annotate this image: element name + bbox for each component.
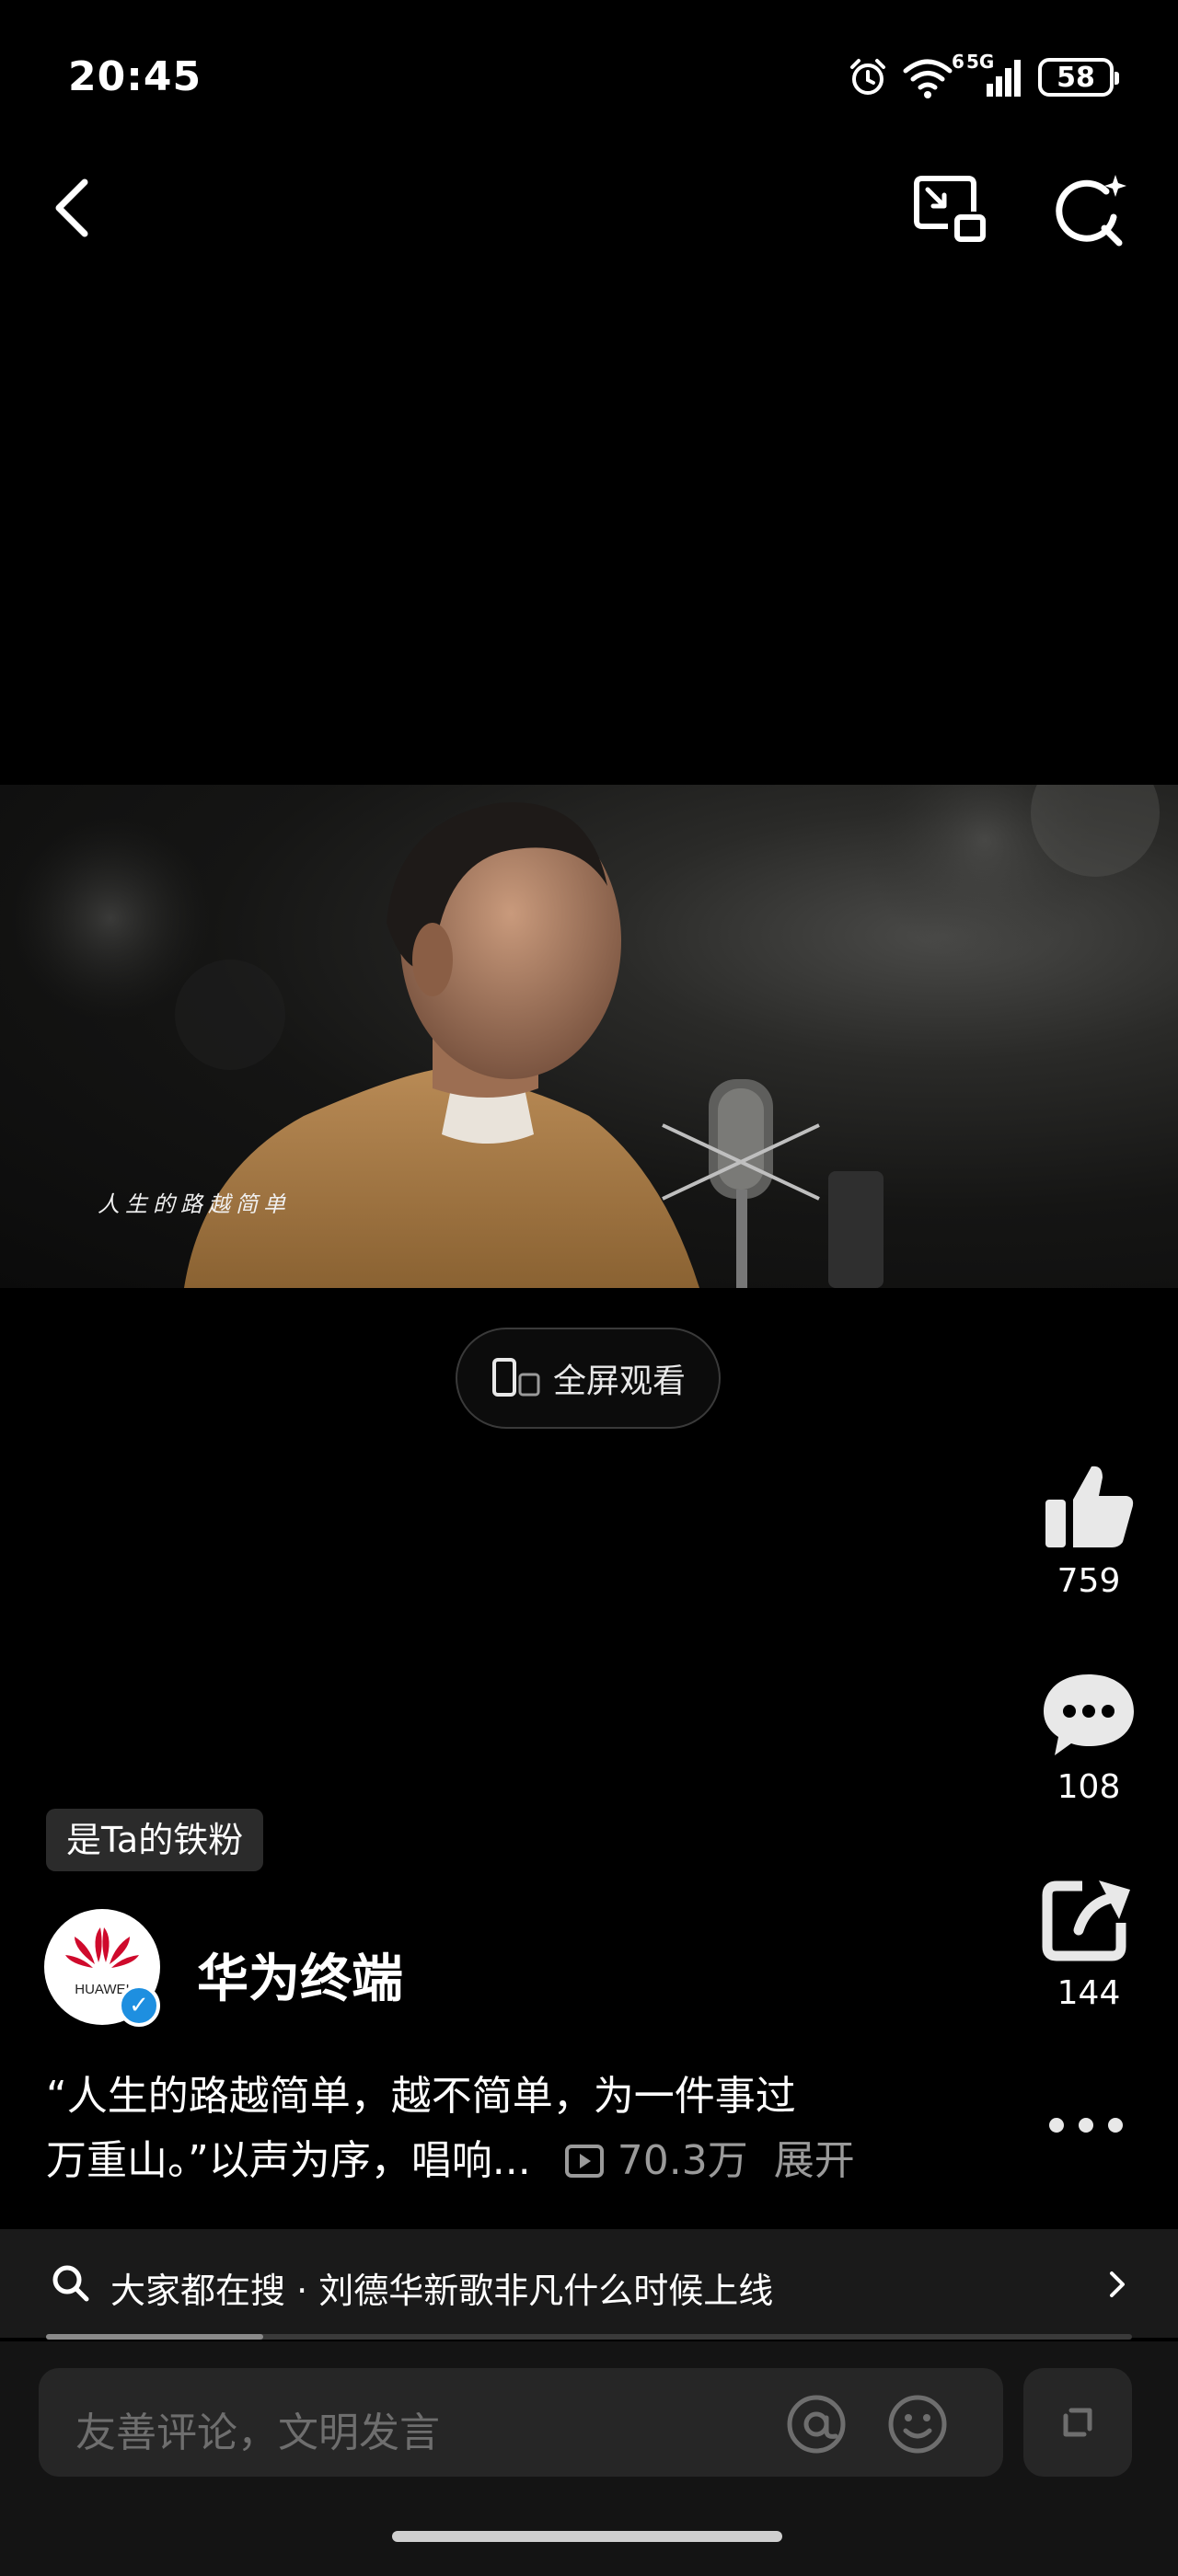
back-button[interactable] xyxy=(42,171,107,245)
playback-progress-fill xyxy=(46,2334,263,2340)
hot-search-bar[interactable]: 大家都在搜 · 刘德华新歌非凡什么时候上线 xyxy=(0,2229,1178,2338)
more-options-button[interactable] xyxy=(1040,2107,1132,2144)
search-button[interactable] xyxy=(1049,171,1132,250)
ai-search-icon xyxy=(1056,175,1126,247)
play-count-icon xyxy=(564,2145,604,2178)
comment-count: 108 xyxy=(1057,1768,1121,1806)
rotate-phone-icon xyxy=(491,1358,540,1397)
chevron-left-icon xyxy=(55,178,88,237)
like-count: 759 xyxy=(1057,1562,1121,1600)
playback-progress-bar[interactable] xyxy=(46,2334,1132,2340)
check-icon: ✓ xyxy=(129,1992,149,2019)
author-name[interactable]: 华为终端 xyxy=(197,1938,403,2012)
view-count-row: 70.3万 xyxy=(544,2137,761,2184)
battery-indicator: 58 xyxy=(1038,58,1119,97)
comment-button[interactable]: 108 xyxy=(1033,1667,1145,1806)
expand-icon xyxy=(1063,2408,1092,2437)
home-indicator[interactable] xyxy=(392,2531,782,2542)
expand-link[interactable]: 展开 xyxy=(774,2137,855,2184)
network-sub-label: 6 xyxy=(952,51,964,73)
share-count: 144 xyxy=(1057,1974,1121,2012)
picture-in-picture-button[interactable] xyxy=(911,171,994,250)
thumbs-up-icon xyxy=(1045,1466,1134,1547)
more-dots-icon xyxy=(1049,2118,1123,2133)
cellular-signal-icon: 6 5G xyxy=(952,51,1025,98)
fan-badge: 是Ta的铁粉 xyxy=(46,1809,264,1871)
status-icons: 6 5G 58 xyxy=(847,51,1119,101)
fullscreen-label: 全屏观看 xyxy=(552,1363,686,1400)
comment-bubble-icon xyxy=(1044,1674,1134,1755)
video-subtitle: 人生的路越简单 xyxy=(98,1191,291,1217)
status-time: 20:45 xyxy=(68,53,202,100)
description-line-1: “人生的路越简单，越不简单，为一件事过 xyxy=(46,2073,796,2120)
comment-placeholder: 友善评论，文明发言 xyxy=(75,2409,440,2456)
view-count: 70.3万 xyxy=(617,2137,748,2184)
description-line-2-row: 万重山。”以声为序，唱响... 70.3万 展开 xyxy=(46,2129,966,2193)
share-icon xyxy=(1042,1880,1130,1961)
expand-comments-button[interactable] xyxy=(1023,2368,1132,2477)
search-icon xyxy=(52,2265,89,2302)
fullscreen-button[interactable]: 全屏观看 xyxy=(456,1328,721,1429)
share-button[interactable]: 144 xyxy=(1033,1873,1145,2012)
verified-badge: ✓ xyxy=(118,1984,160,2027)
comment-input[interactable]: 友善评论，文明发言 xyxy=(39,2368,1003,2477)
wifi-icon xyxy=(903,59,953,98)
chevron-right-icon xyxy=(1110,2271,1125,2297)
alarm-icon xyxy=(850,59,885,95)
mention-at-icon[interactable] xyxy=(784,2392,849,2456)
emoji-icon[interactable] xyxy=(885,2392,950,2456)
hot-search-text: 大家都在搜 · 刘德华新歌非凡什么时候上线 xyxy=(110,2271,774,2311)
video-player[interactable]: 人生的路越简单 xyxy=(0,785,1178,1288)
description-line-2: 万重山。”以声为序，唱响... xyxy=(46,2137,531,2184)
like-button[interactable]: 759 xyxy=(1033,1461,1145,1600)
status-bar: 20:45 6 5G 58 xyxy=(0,0,1178,156)
video-description[interactable]: “人生的路越简单，越不简单，为一件事过 万重山。”以声为序，唱响... 70.3… xyxy=(46,2064,966,2193)
picture-in-picture-icon xyxy=(914,176,986,242)
